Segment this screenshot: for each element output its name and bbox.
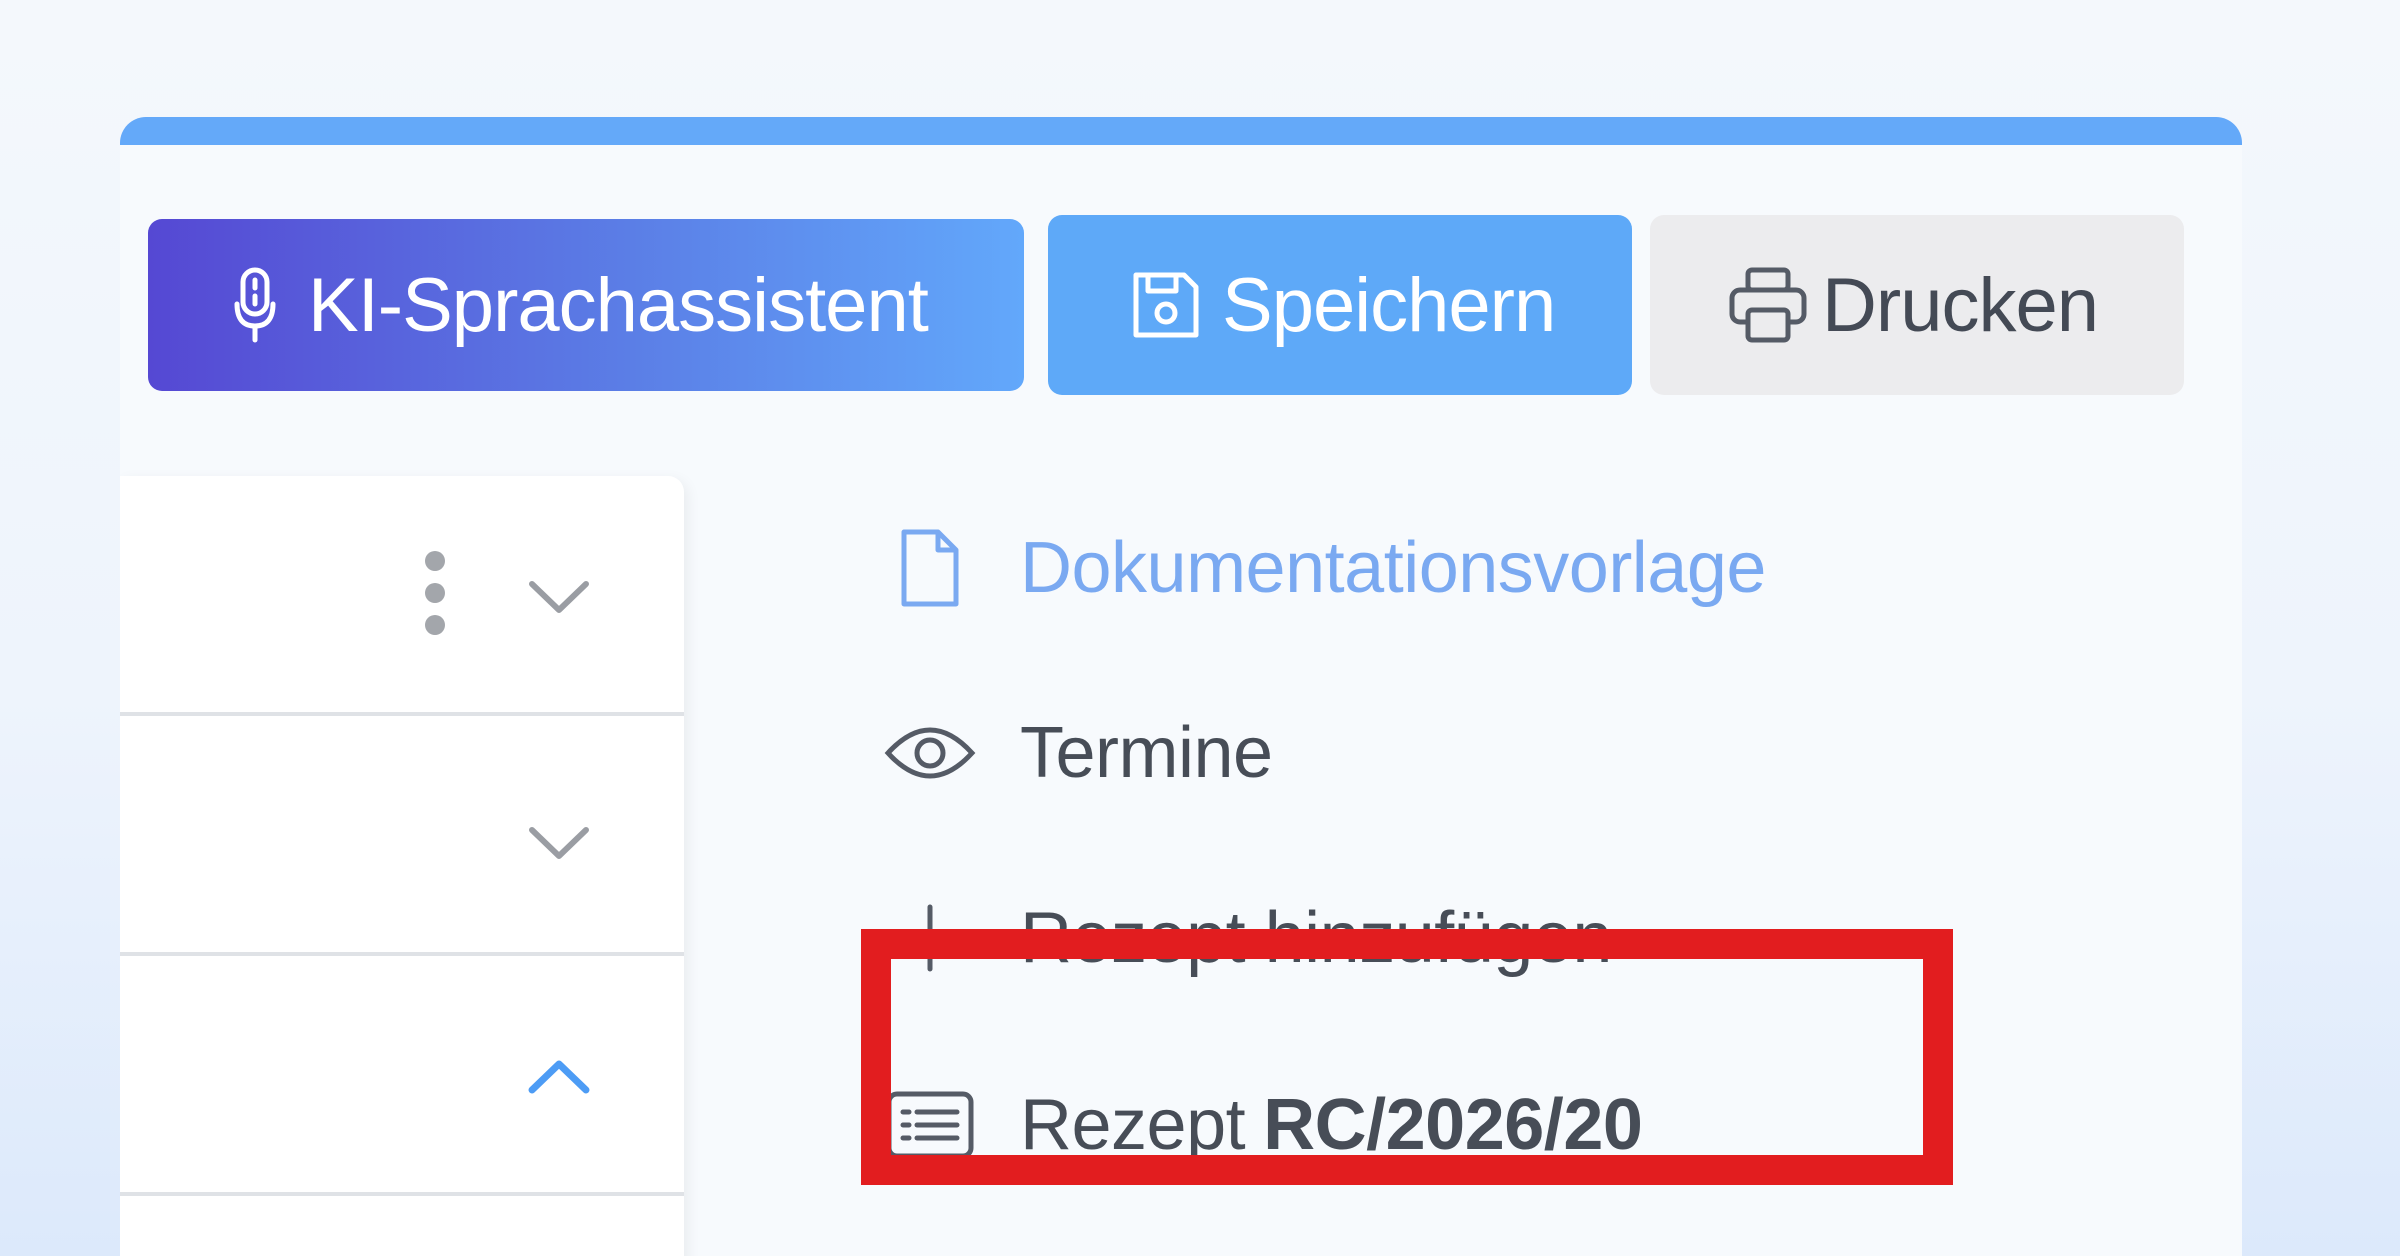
appointments-label: Termine <box>1020 713 1273 793</box>
main-window: KI-Sprachassistent Speichern Drucken Dok… <box>120 117 2242 1256</box>
appointments-link[interactable]: Termine <box>880 683 1273 823</box>
document-icon <box>880 528 980 608</box>
eye-icon <box>880 721 980 785</box>
documentation-template-link[interactable]: Dokumentationsvorlage <box>880 498 1766 638</box>
documentation-template-label: Dokumentationsvorlage <box>1020 528 1766 608</box>
highlight-box <box>861 929 1953 1185</box>
